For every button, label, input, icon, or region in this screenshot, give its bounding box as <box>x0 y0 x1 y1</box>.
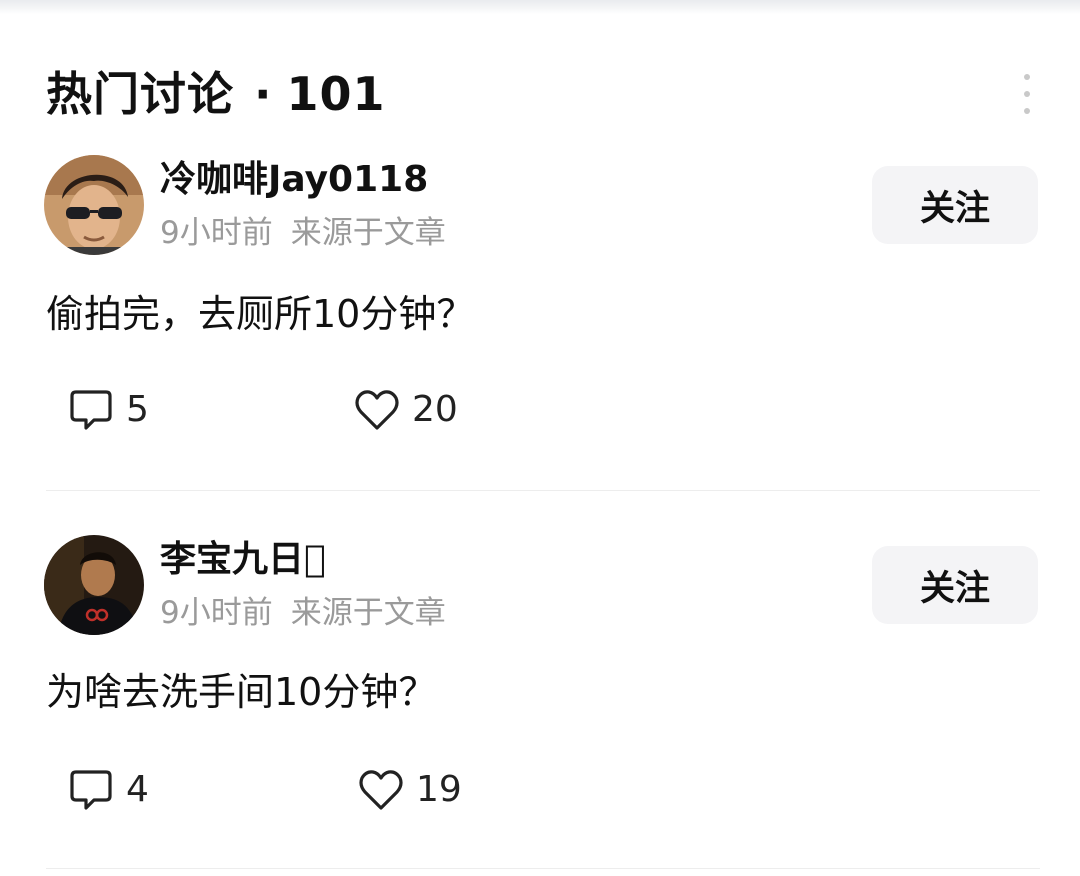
top-edge-strip <box>0 0 1080 14</box>
avatar-dark-portrait-icon <box>44 535 144 635</box>
post-time: 9小时前 <box>160 215 273 251</box>
comment-meta: 9小时前 来源于文章 <box>160 593 446 633</box>
reply-button[interactable]: 4 <box>68 768 149 812</box>
more-vertical-icon[interactable] <box>1018 74 1036 114</box>
reply-count: 5 <box>126 389 149 430</box>
like-count: 20 <box>412 389 458 430</box>
comment-divider <box>46 868 1040 869</box>
avatar-sunglasses-man-icon <box>44 155 144 255</box>
comment-bubble-icon <box>70 770 112 810</box>
follow-button[interactable]: 关注 <box>872 166 1038 244</box>
heart-outline-icon <box>355 390 399 430</box>
user-avatar[interactable] <box>44 155 144 255</box>
post-source: 来源于文章 <box>290 595 446 631</box>
like-button[interactable]: 19 <box>358 768 462 812</box>
like-button[interactable]: 20 <box>354 388 458 432</box>
comment-text: 为啥去洗手间10分钟？ <box>46 670 437 714</box>
like-count: 19 <box>416 769 462 810</box>
section-title: 热门讨论 · 101 <box>46 62 386 126</box>
comment-meta: 9小时前 来源于文章 <box>160 213 446 253</box>
username[interactable]: 李宝九日  <box>160 538 326 582</box>
reply-button[interactable]: 5 <box>68 388 149 432</box>
title-separator: · <box>254 67 273 121</box>
username[interactable]: 冷咖啡Jay0118 <box>160 158 428 202</box>
comment-text: 偷拍完，去厕所10分钟？ <box>46 292 475 336</box>
follow-button[interactable]: 关注 <box>872 546 1038 624</box>
section-header: 热门讨论 · 101 <box>46 62 1036 126</box>
heart-outline-icon <box>359 770 403 810</box>
discussion-count: 101 <box>286 67 386 121</box>
comment-divider <box>46 490 1040 491</box>
comment-bubble-icon <box>70 390 112 430</box>
post-source: 来源于文章 <box>290 215 446 251</box>
user-avatar[interactable] <box>44 535 144 635</box>
reply-count: 4 <box>126 769 149 810</box>
post-time: 9小时前 <box>160 595 273 631</box>
section-title-text: 热门讨论 <box>46 67 234 121</box>
